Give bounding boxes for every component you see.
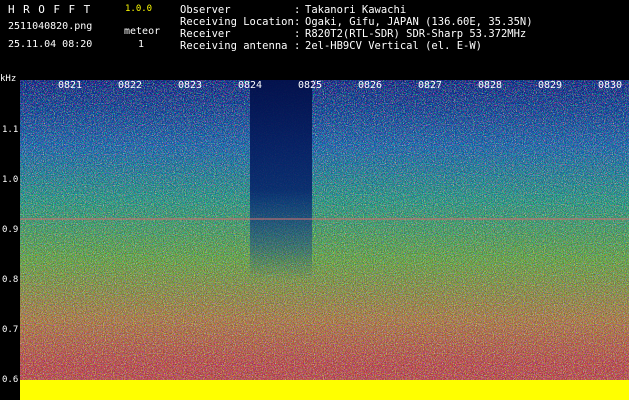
x-tick: 0828 bbox=[478, 80, 503, 91]
info-key-antenna: Receiving antenna bbox=[180, 40, 288, 52]
y-tick: 1.1 bbox=[2, 125, 19, 135]
x-tick: 0822 bbox=[118, 80, 143, 91]
info-value-location: Ogaki, Gifu, JAPAN (136.60E, 35.35N) bbox=[305, 16, 533, 28]
x-tick: 0824 bbox=[238, 80, 263, 91]
info-key-receiver: Receiver bbox=[180, 28, 231, 40]
info-key-observer: Observer bbox=[180, 4, 231, 16]
spectrogram-noise bbox=[20, 80, 629, 380]
meteor-label: meteor bbox=[124, 26, 161, 37]
info-value-antenna: 2el-HB9CV Vertical (el. E-W) bbox=[305, 40, 483, 52]
baseline-bar bbox=[20, 380, 629, 400]
info-key-location: Receiving Location bbox=[180, 16, 294, 28]
hrofft-window: { "header": { "app_name": "HROFFT", "ver… bbox=[0, 0, 629, 400]
x-tick: 0823 bbox=[178, 80, 203, 91]
datetime: 25.11.04 08:20 bbox=[8, 39, 93, 50]
info-colon: : bbox=[294, 40, 301, 52]
y-tick: 0.7 bbox=[2, 325, 19, 335]
y-unit-label: kHz bbox=[0, 74, 17, 84]
info-colon: : bbox=[294, 4, 301, 16]
x-tick: 0825 bbox=[298, 80, 323, 91]
info-colon: : bbox=[294, 28, 301, 40]
y-tick: 0.6 bbox=[2, 375, 19, 385]
spectrogram bbox=[20, 80, 629, 400]
file-name: 2511040820.png bbox=[8, 21, 93, 32]
meteor-count: 1 bbox=[138, 39, 145, 50]
info-value-observer: Takanori Kawachi bbox=[305, 4, 407, 16]
app-title: HROFFT bbox=[8, 3, 99, 16]
x-tick: 0829 bbox=[538, 80, 563, 91]
x-tick: 0821 bbox=[58, 80, 83, 91]
x-tick: 0827 bbox=[418, 80, 443, 91]
y-tick: 0.8 bbox=[2, 275, 19, 285]
app-version: 1.0.0 bbox=[125, 4, 153, 14]
x-tick: 0830 bbox=[598, 80, 623, 91]
info-colon: : bbox=[294, 16, 301, 28]
info-value-receiver: R820T2(RTL-SDR) SDR-Sharp 53.372MHz bbox=[305, 28, 527, 40]
y-tick: 0.9 bbox=[2, 225, 19, 235]
y-tick: 1.0 bbox=[2, 175, 19, 185]
x-tick: 0826 bbox=[358, 80, 383, 91]
